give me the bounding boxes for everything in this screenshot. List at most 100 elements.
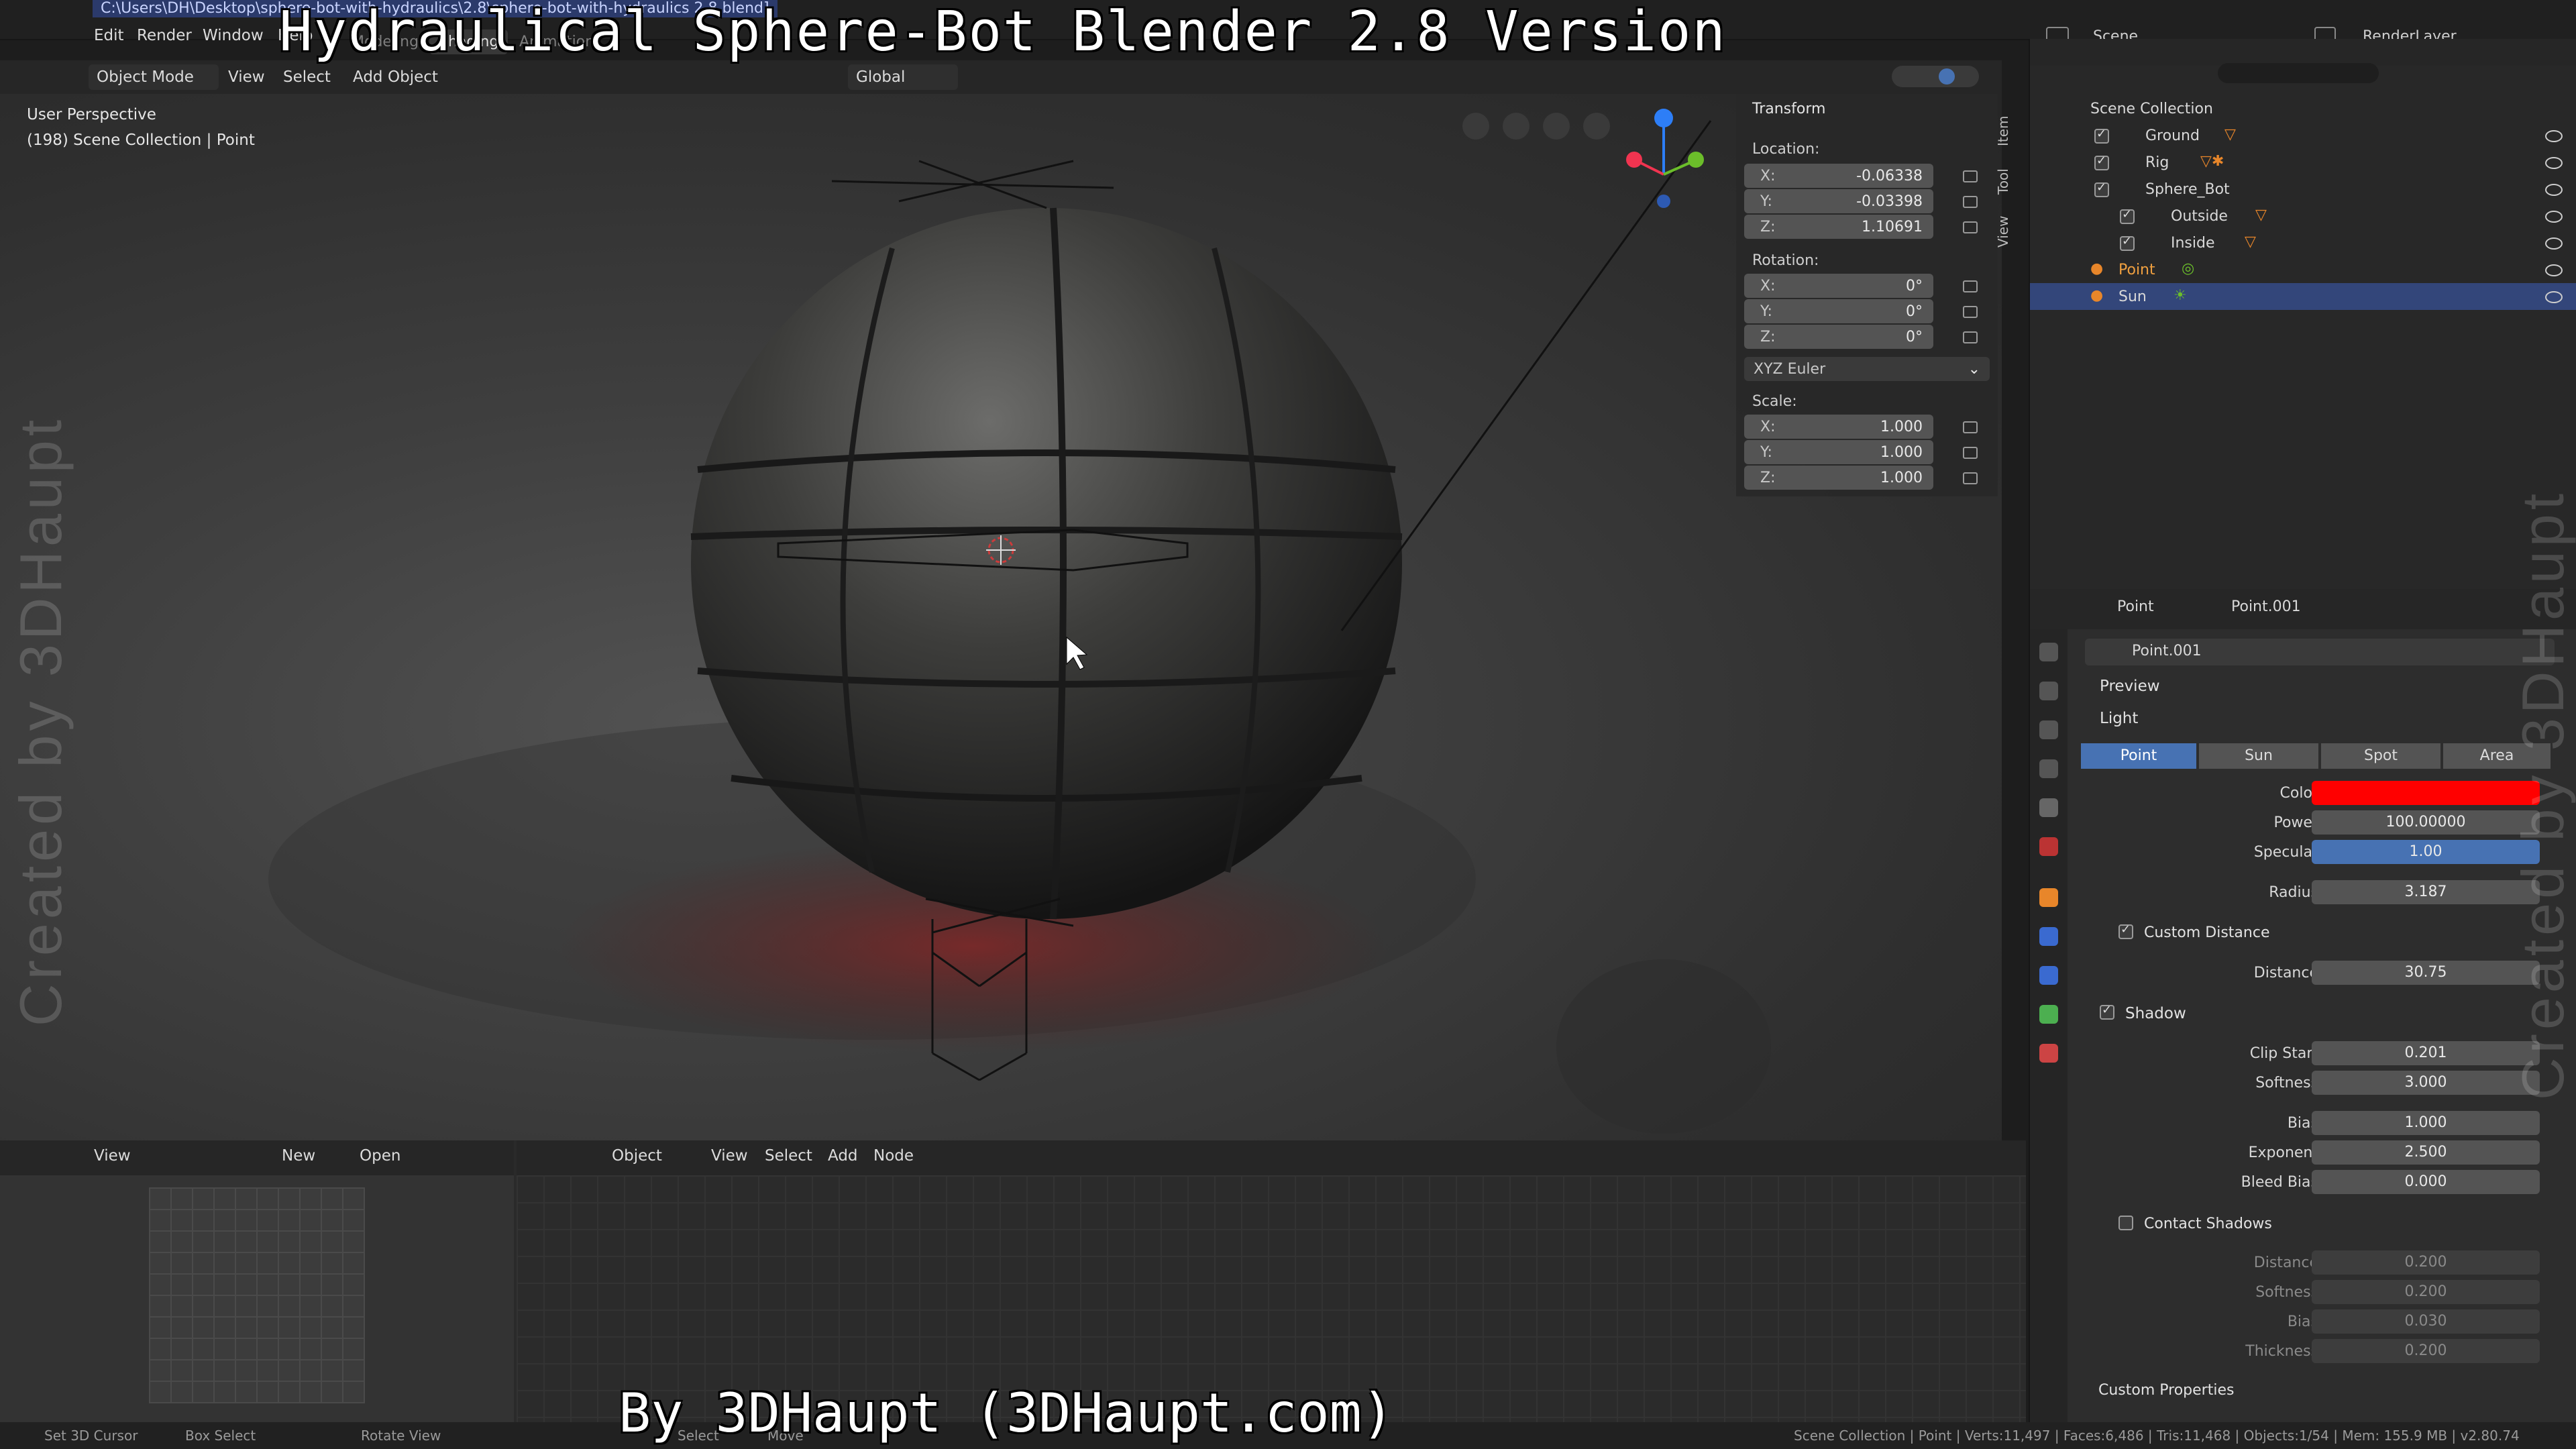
contact-softness-field[interactable]: 0.200 bbox=[2312, 1280, 2540, 1304]
eye-icon[interactable] bbox=[2545, 157, 2563, 169]
lock-icon[interactable] bbox=[1963, 472, 1978, 484]
radius-field[interactable]: 3.187 bbox=[2312, 880, 2540, 904]
transform-panel-title[interactable]: Transform bbox=[1752, 101, 1825, 117]
scene-icon[interactable] bbox=[2039, 798, 2058, 817]
light-color-swatch[interactable] bbox=[2312, 781, 2540, 805]
sun-icon: ☀ bbox=[2174, 287, 2187, 304]
node-menu-view[interactable]: View bbox=[711, 1147, 748, 1165]
shadow-checkbox[interactable] bbox=[2100, 1003, 2114, 1020]
image-menu-view[interactable]: View bbox=[94, 1147, 131, 1165]
rotation-mode-dropdown[interactable]: XYZ Euler ⌄ bbox=[1744, 357, 1990, 381]
section-preview[interactable]: Preview bbox=[2100, 678, 2160, 695]
zoom-icon[interactable] bbox=[1583, 113, 1610, 140]
bleed-bias-field[interactable]: 0.000 bbox=[2312, 1170, 2540, 1194]
clip-start-field[interactable]: 0.201 bbox=[2312, 1041, 2540, 1065]
eye-icon[interactable] bbox=[2545, 184, 2563, 196]
bias-field[interactable]: 1.000 bbox=[2312, 1111, 2540, 1135]
object-icon[interactable] bbox=[2039, 888, 2058, 907]
light-type-point[interactable]: Point bbox=[2081, 743, 2196, 769]
node-type-dropdown[interactable]: Object bbox=[612, 1147, 662, 1165]
image-checker-preview bbox=[149, 1187, 365, 1403]
camera-icon[interactable] bbox=[1503, 113, 1529, 140]
tab-tool[interactable]: Tool bbox=[1995, 158, 2019, 205]
contact-thickness-field[interactable]: 0.200 bbox=[2312, 1339, 2540, 1363]
outliner-scene-collection[interactable]: Scene Collection bbox=[2030, 95, 2576, 122]
tool-icon[interactable] bbox=[2039, 643, 2058, 661]
view-layer-icon[interactable] bbox=[2039, 759, 2058, 778]
outliner-item-point[interactable]: ● Point ◎ bbox=[2030, 256, 2576, 283]
exponent-field[interactable]: 2.500 bbox=[2312, 1140, 2540, 1165]
section-contact-shadows[interactable]: Contact Shadows bbox=[2144, 1216, 2272, 1232]
outliner-search-input[interactable] bbox=[2218, 63, 2379, 83]
image-new-button[interactable]: New bbox=[282, 1147, 315, 1165]
rotation-y-field[interactable]: Y: 0° bbox=[1744, 299, 1933, 323]
power-label: Power bbox=[2273, 814, 2318, 831]
specular-slider[interactable]: 1.00 bbox=[2312, 840, 2540, 864]
render-icon[interactable] bbox=[2039, 682, 2058, 700]
lock-icon[interactable] bbox=[1963, 331, 1978, 343]
outliner-item-inside[interactable]: Inside▽ bbox=[2030, 229, 2576, 256]
output-icon[interactable] bbox=[2039, 720, 2058, 739]
texture-icon[interactable] bbox=[2039, 1044, 2058, 1063]
section-custom-distance[interactable]: Custom Distance bbox=[2144, 924, 2269, 941]
section-custom-properties[interactable]: Custom Properties bbox=[2098, 1382, 2234, 1399]
eye-icon[interactable] bbox=[2545, 291, 2563, 303]
hand-pan-icon[interactable] bbox=[1543, 113, 1570, 140]
camera-view-icon[interactable] bbox=[1462, 113, 1489, 140]
rotation-x-field[interactable]: X: 0° bbox=[1744, 274, 1933, 298]
shading-mode-buttons[interactable] bbox=[1892, 66, 1979, 87]
scale-y-field[interactable]: Y: 1.000 bbox=[1744, 440, 1933, 464]
outliner-item-sun[interactable]: ● Sun ☀ bbox=[2030, 283, 2576, 310]
physics-icon[interactable] bbox=[2039, 927, 2058, 946]
viewport-menu-view[interactable]: View bbox=[220, 64, 273, 90]
contact-distance-field[interactable]: 0.200 bbox=[2312, 1250, 2540, 1275]
object-name-label: Point bbox=[2117, 598, 2154, 615]
location-x-field[interactable]: X: -0.06338 bbox=[1744, 164, 1933, 188]
location-z-field[interactable]: Z: 1.10691 bbox=[1744, 215, 1933, 239]
tab-item[interactable]: Item bbox=[1995, 107, 2019, 154]
lock-icon[interactable] bbox=[1963, 170, 1978, 182]
power-field[interactable]: 100.00000 bbox=[2312, 810, 2540, 835]
outliner-item-outside[interactable]: Outside▽ bbox=[2030, 203, 2576, 229]
3d-viewport[interactable]: User Perspective (198) Scene Collection … bbox=[0, 94, 2002, 1140]
section-shadow[interactable]: Shadow bbox=[2125, 1005, 2186, 1022]
image-open-button[interactable]: Open bbox=[360, 1147, 400, 1165]
eye-icon[interactable] bbox=[2545, 237, 2563, 250]
rotation-z-field[interactable]: Z: 0° bbox=[1744, 325, 1933, 349]
mode-dropdown[interactable]: Object Mode bbox=[89, 64, 219, 90]
distance-field[interactable]: 30.75 bbox=[2312, 961, 2540, 985]
contact-shadows-checkbox[interactable] bbox=[2118, 1216, 2133, 1230]
material-preview-icon[interactable] bbox=[1939, 68, 1955, 85]
light-type-sun[interactable]: Sun bbox=[2199, 743, 2318, 769]
scale-x-field[interactable]: X: 1.000 bbox=[1744, 415, 1933, 439]
eye-icon[interactable] bbox=[2545, 130, 2563, 142]
node-menu-add[interactable]: Add bbox=[828, 1147, 858, 1165]
lock-icon[interactable] bbox=[1963, 447, 1978, 459]
location-y-field[interactable]: Y: -0.03398 bbox=[1744, 189, 1933, 213]
custom-distance-checkbox[interactable] bbox=[2118, 922, 2133, 939]
outliner-item-ground[interactable]: Ground▽ bbox=[2030, 122, 2576, 149]
constraints-icon[interactable] bbox=[2039, 966, 2058, 985]
eye-icon[interactable] bbox=[2545, 211, 2563, 223]
softness-field[interactable]: 3.000 bbox=[2312, 1071, 2540, 1095]
light-type-spot[interactable]: Spot bbox=[2321, 743, 2440, 769]
outliner-item-sphere-bot[interactable]: Sphere_Bot bbox=[2030, 176, 2576, 203]
lock-icon[interactable] bbox=[1963, 280, 1978, 292]
lock-icon[interactable] bbox=[1963, 306, 1978, 318]
tab-view[interactable]: View bbox=[1995, 208, 2019, 255]
world-icon[interactable] bbox=[2039, 837, 2058, 856]
outliner-item-rig[interactable]: Rig▽✱ bbox=[2030, 149, 2576, 176]
viewport-menu-object[interactable]: Object bbox=[380, 64, 446, 90]
section-light[interactable]: Light bbox=[2100, 710, 2138, 727]
lock-icon[interactable] bbox=[1963, 196, 1978, 208]
light-data-icon[interactable] bbox=[2039, 1005, 2058, 1024]
lock-icon[interactable] bbox=[1963, 421, 1978, 433]
viewport-menu-select[interactable]: Select bbox=[275, 64, 339, 90]
eye-icon[interactable] bbox=[2545, 264, 2563, 276]
scale-z-field[interactable]: Z: 1.000 bbox=[1744, 466, 1933, 490]
transform-orientation-dropdown[interactable]: Global bbox=[848, 64, 958, 90]
node-menu-node[interactable]: Node bbox=[873, 1147, 914, 1165]
lock-icon[interactable] bbox=[1963, 221, 1978, 233]
node-menu-select[interactable]: Select bbox=[765, 1147, 812, 1165]
contact-bias-field[interactable]: 0.030 bbox=[2312, 1309, 2540, 1334]
